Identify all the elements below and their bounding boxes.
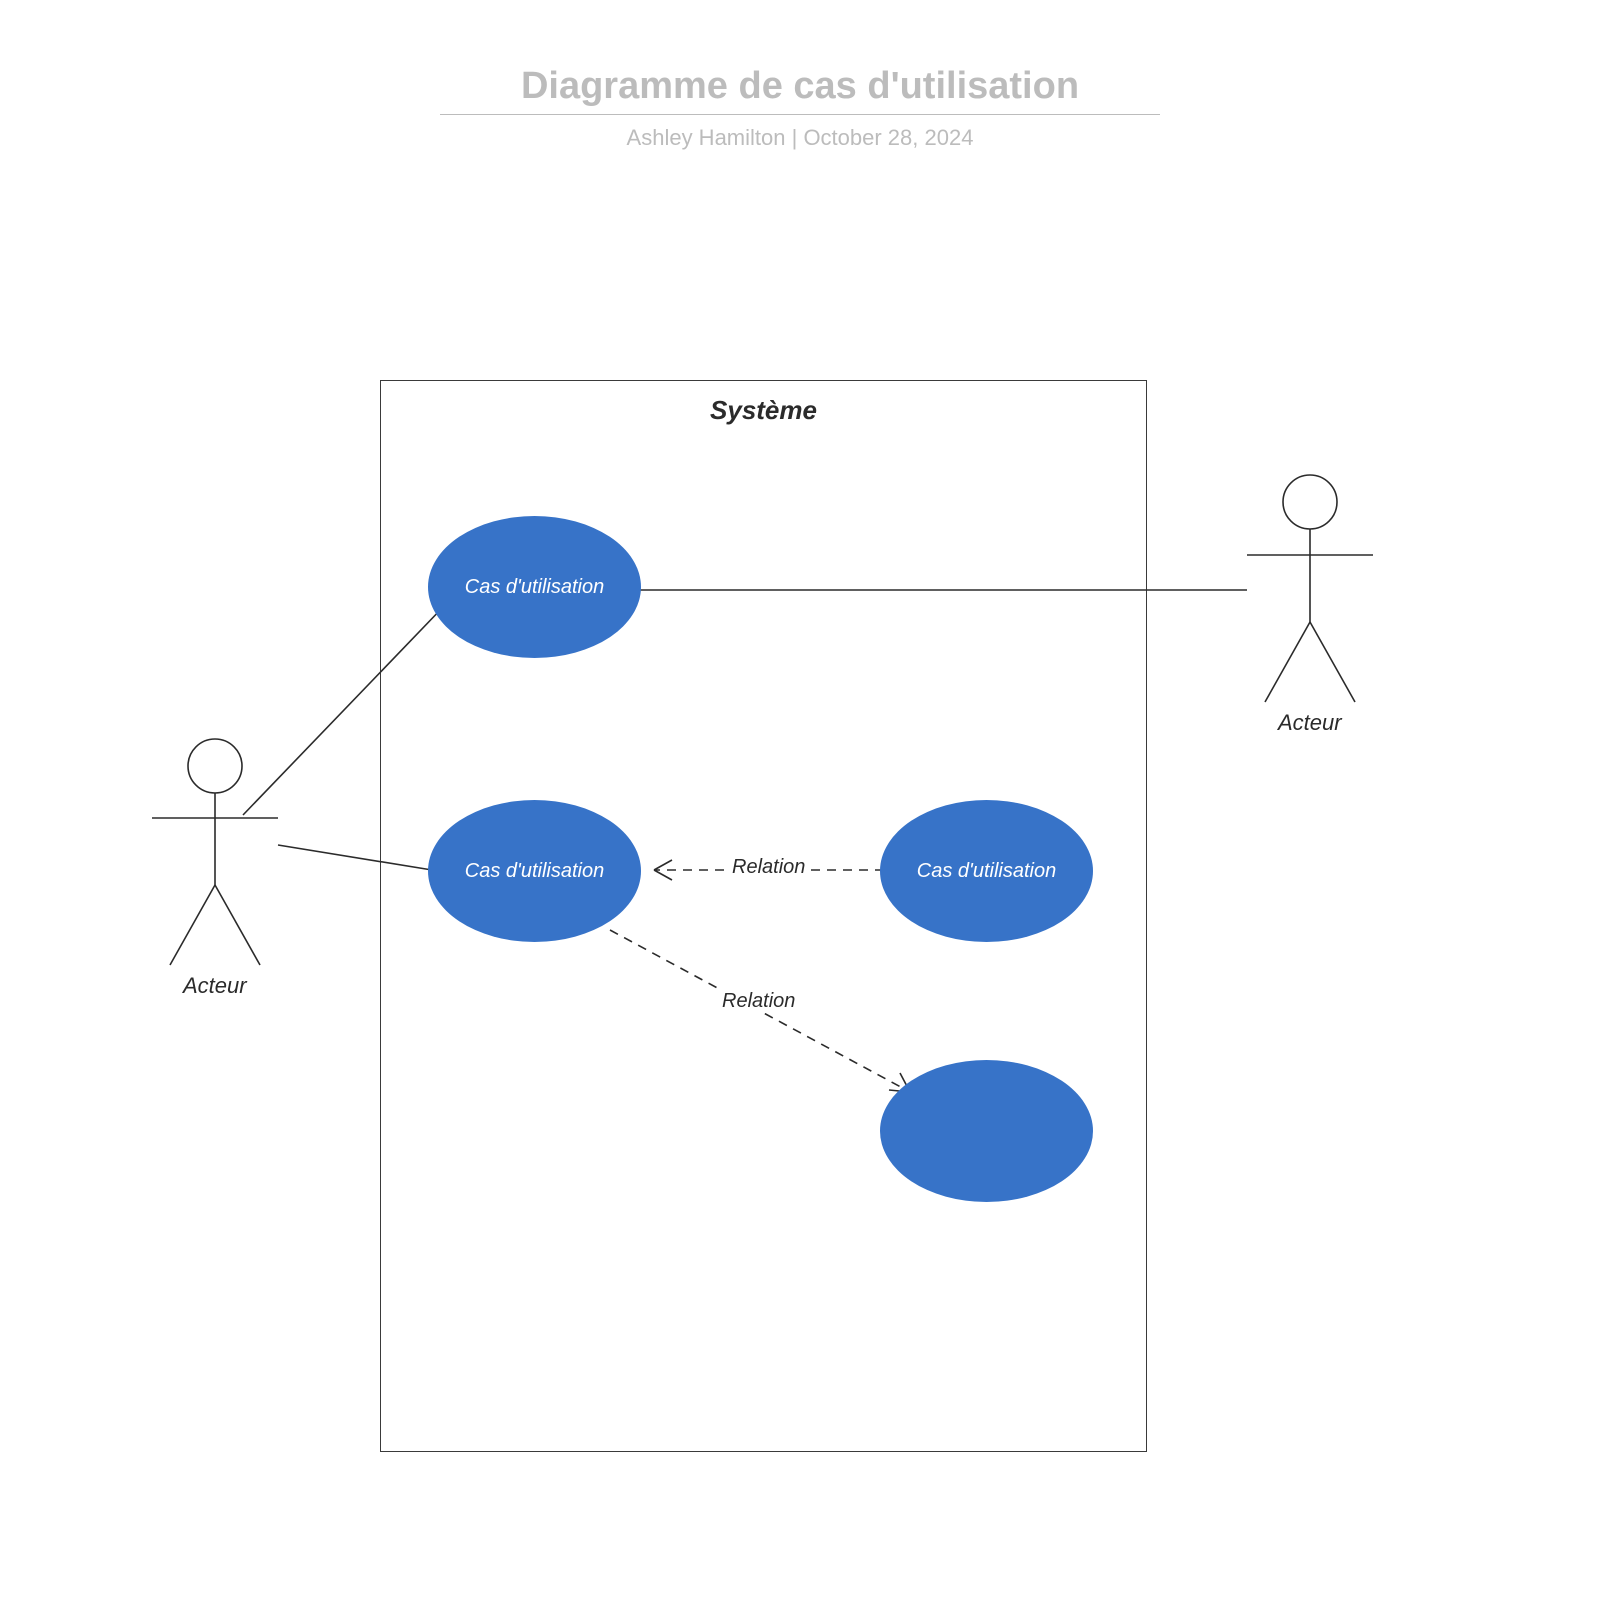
usecase-3[interactable]: Cas d'utilisation bbox=[880, 800, 1093, 942]
usecase-2-label: Cas d'utilisation bbox=[455, 859, 614, 884]
usecase-2[interactable]: Cas d'utilisation bbox=[428, 800, 641, 942]
actor-left-label: Acteur bbox=[183, 973, 247, 999]
actor-right-label: Acteur bbox=[1278, 710, 1342, 736]
usecase-1-label: Cas d'utilisation bbox=[455, 575, 614, 600]
actor-left-icon[interactable] bbox=[152, 739, 278, 965]
diagram-canvas: Système bbox=[0, 0, 1600, 1600]
usecase-4[interactable] bbox=[880, 1060, 1093, 1202]
connector-layer bbox=[0, 0, 1600, 1600]
usecase-3-label: Cas d'utilisation bbox=[907, 859, 1066, 884]
connector-actor-left-uc2[interactable] bbox=[278, 845, 432, 870]
usecase-1[interactable]: Cas d'utilisation bbox=[428, 516, 641, 658]
relation-2-label: Relation bbox=[718, 990, 799, 1013]
actor-right-icon[interactable] bbox=[1247, 475, 1373, 702]
relation-1-label: Relation bbox=[728, 856, 809, 879]
connector-actor-left-uc1[interactable] bbox=[243, 605, 445, 815]
